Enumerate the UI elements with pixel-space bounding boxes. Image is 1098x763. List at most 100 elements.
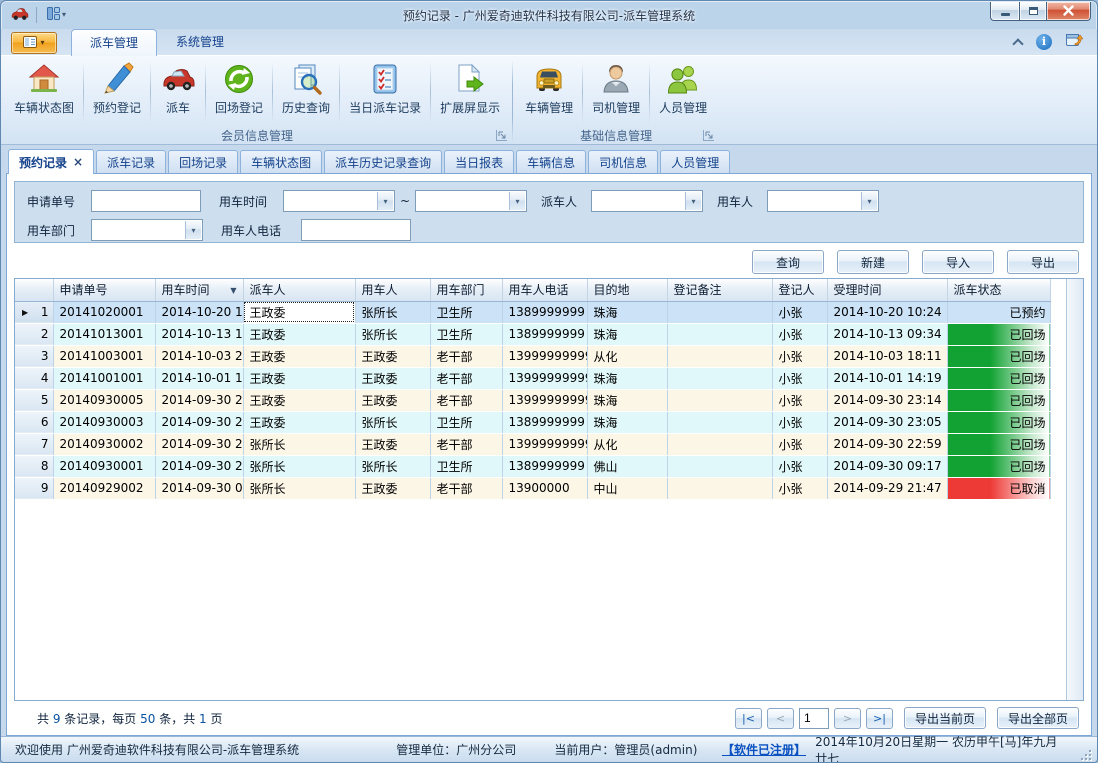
column-header-登记人[interactable]: 登记人: [772, 279, 827, 301]
cell-use_time[interactable]: 2014-09-30 23:30: [155, 389, 243, 411]
cell-destination[interactable]: 珠海: [587, 323, 667, 345]
chevron-down-icon[interactable]: ▾: [509, 192, 525, 210]
cell-destination[interactable]: 从化: [587, 345, 667, 367]
cell-dispatcher[interactable]: 张所长: [243, 477, 355, 499]
cell-remark[interactable]: [667, 301, 772, 323]
cell-user[interactable]: 王政委: [355, 433, 430, 455]
cell-accept_time[interactable]: 2014-09-29 21:47: [827, 477, 947, 499]
cell-order_no[interactable]: 20140930001: [53, 455, 155, 477]
switch-window-icon[interactable]: [1066, 32, 1083, 51]
close-button[interactable]: [1046, 2, 1091, 21]
application-menu-button[interactable]: ▾: [11, 32, 57, 54]
ribbon-button-pencil[interactable]: 预约登记: [84, 58, 150, 127]
cell-use_time[interactable]: 2014-09-30 22:00: [155, 433, 243, 455]
export-current-page-button[interactable]: 导出当前页: [904, 707, 986, 729]
ribbon-button-checklist[interactable]: 当日派车记录: [340, 58, 430, 127]
cell-phone[interactable]: 1389999999: [502, 323, 587, 345]
cell-registrar[interactable]: 小张: [772, 389, 827, 411]
ribbon-button-extend-screen[interactable]: 扩展屏显示: [431, 58, 509, 127]
cell-status[interactable]: 已回场: [947, 323, 1050, 345]
cell-dept[interactable]: 老干部: [430, 389, 502, 411]
prev-page-button[interactable]: <: [767, 708, 794, 729]
info-icon[interactable]: i: [1036, 34, 1052, 50]
cell-use_time[interactable]: 2014-09-30 23:00: [155, 411, 243, 433]
ribbon-button-recycle[interactable]: 回场登记: [206, 58, 272, 127]
cell-dept[interactable]: 老干部: [430, 367, 502, 389]
minimize-button[interactable]: [990, 2, 1019, 21]
cell-use_time[interactable]: 2014-09-30 08:00: [155, 477, 243, 499]
order-no-input[interactable]: [91, 190, 201, 212]
ribbon-button-people[interactable]: 人员管理: [650, 58, 716, 127]
ribbon-button-history-search[interactable]: 历史查询: [273, 58, 339, 127]
ribbon-tab-system[interactable]: 系统管理: [157, 28, 243, 55]
cell-use_time[interactable]: 2014-09-30 20:00: [155, 455, 243, 477]
cell-accept_time[interactable]: 2014-10-01 14:19: [827, 367, 947, 389]
cell-accept_time[interactable]: 2014-09-30 22:59: [827, 433, 947, 455]
cell-registrar[interactable]: 小张: [772, 323, 827, 345]
cell-order_no[interactable]: 20140930005: [53, 389, 155, 411]
cell-row-indicator[interactable]: 8: [15, 455, 53, 477]
cell-row-indicator[interactable]: 2: [15, 323, 53, 345]
cell-order_no[interactable]: 20141003001: [53, 345, 155, 367]
cell-destination[interactable]: 佛山: [587, 455, 667, 477]
cell-destination[interactable]: 珠海: [587, 367, 667, 389]
cell-phone[interactable]: 13900000: [502, 477, 587, 499]
column-header-受理时间[interactable]: 受理时间: [827, 279, 947, 301]
collapse-ribbon-icon[interactable]: [1012, 38, 1023, 49]
quick-access-layout-button[interactable]: ▾: [44, 6, 69, 24]
dialog-launcher-icon[interactable]: [496, 130, 507, 141]
ribbon-button-red-car[interactable]: 派车: [151, 58, 205, 127]
cell-remark[interactable]: [667, 323, 772, 345]
cell-remark[interactable]: [667, 345, 772, 367]
doc-tab-1[interactable]: 派车记录: [96, 150, 166, 173]
cell-remark[interactable]: [667, 367, 772, 389]
cell-dept[interactable]: 老干部: [430, 433, 502, 455]
column-header-用车部门[interactable]: 用车部门: [430, 279, 502, 301]
cell-phone[interactable]: 1389999999: [502, 301, 587, 323]
chevron-down-icon[interactable]: ▾: [377, 192, 393, 210]
titlebar[interactable]: ▾ 预约记录 - 广州爱奇迪软件科技有限公司-派车管理系统: [1, 1, 1097, 29]
cell-destination[interactable]: 中山: [587, 477, 667, 499]
column-header-用车人[interactable]: 用车人: [355, 279, 430, 301]
cell-registrar[interactable]: 小张: [772, 411, 827, 433]
cell-registrar[interactable]: 小张: [772, 455, 827, 477]
cell-accept_time[interactable]: 2014-10-13 09:34: [827, 323, 947, 345]
doc-tab-7[interactable]: 司机信息: [588, 150, 658, 173]
cell-dept[interactable]: 老干部: [430, 345, 502, 367]
dispatcher-combo[interactable]: ▾: [591, 190, 703, 212]
column-header-用车人电话[interactable]: 用车人电话: [502, 279, 587, 301]
cell-row-indicator[interactable]: 4: [15, 367, 53, 389]
cell-dept[interactable]: 卫生所: [430, 301, 502, 323]
cell-destination[interactable]: 从化: [587, 433, 667, 455]
cell-accept_time[interactable]: 2014-10-03 18:11: [827, 345, 947, 367]
cell-accept_time[interactable]: 2014-09-30 23:05: [827, 411, 947, 433]
doc-tab-2[interactable]: 回场记录: [168, 150, 238, 173]
ribbon-button-driver[interactable]: 司机管理: [583, 58, 649, 127]
cell-dispatcher[interactable]: 王政委: [243, 367, 355, 389]
first-page-button[interactable]: |<: [735, 708, 762, 729]
doc-tab-3[interactable]: 车辆状态图: [240, 150, 322, 173]
cell-phone[interactable]: 1389999999: [502, 455, 587, 477]
cell-order_no[interactable]: 20141001001: [53, 367, 155, 389]
use-time-from-combo[interactable]: ▾: [283, 190, 395, 212]
maximize-button[interactable]: [1019, 2, 1046, 21]
cell-row-indicator[interactable]: 6: [15, 411, 53, 433]
cell-status[interactable]: 已预约: [947, 301, 1050, 323]
cell-order_no[interactable]: 20141013001: [53, 323, 155, 345]
next-page-button[interactable]: >: [834, 708, 861, 729]
doc-tab-5[interactable]: 当日报表: [444, 150, 514, 173]
close-tab-icon[interactable]: ×: [73, 156, 83, 168]
cell-user[interactable]: 王政委: [355, 389, 430, 411]
cell-status[interactable]: 已回场: [947, 367, 1050, 389]
column-header-申请单号[interactable]: 申请单号: [53, 279, 155, 301]
column-header-派车人[interactable]: 派车人: [243, 279, 355, 301]
last-page-button[interactable]: >|: [866, 708, 893, 729]
cell-dept[interactable]: 卫生所: [430, 323, 502, 345]
phone-input[interactable]: [301, 219, 411, 241]
cell-row-indicator[interactable]: 3: [15, 345, 53, 367]
cell-user[interactable]: 王政委: [355, 367, 430, 389]
cell-registrar[interactable]: 小张: [772, 477, 827, 499]
cell-dept[interactable]: 卫生所: [430, 411, 502, 433]
doc-tab-4[interactable]: 派车历史记录查询: [324, 150, 442, 173]
page-number-input[interactable]: [799, 708, 829, 729]
